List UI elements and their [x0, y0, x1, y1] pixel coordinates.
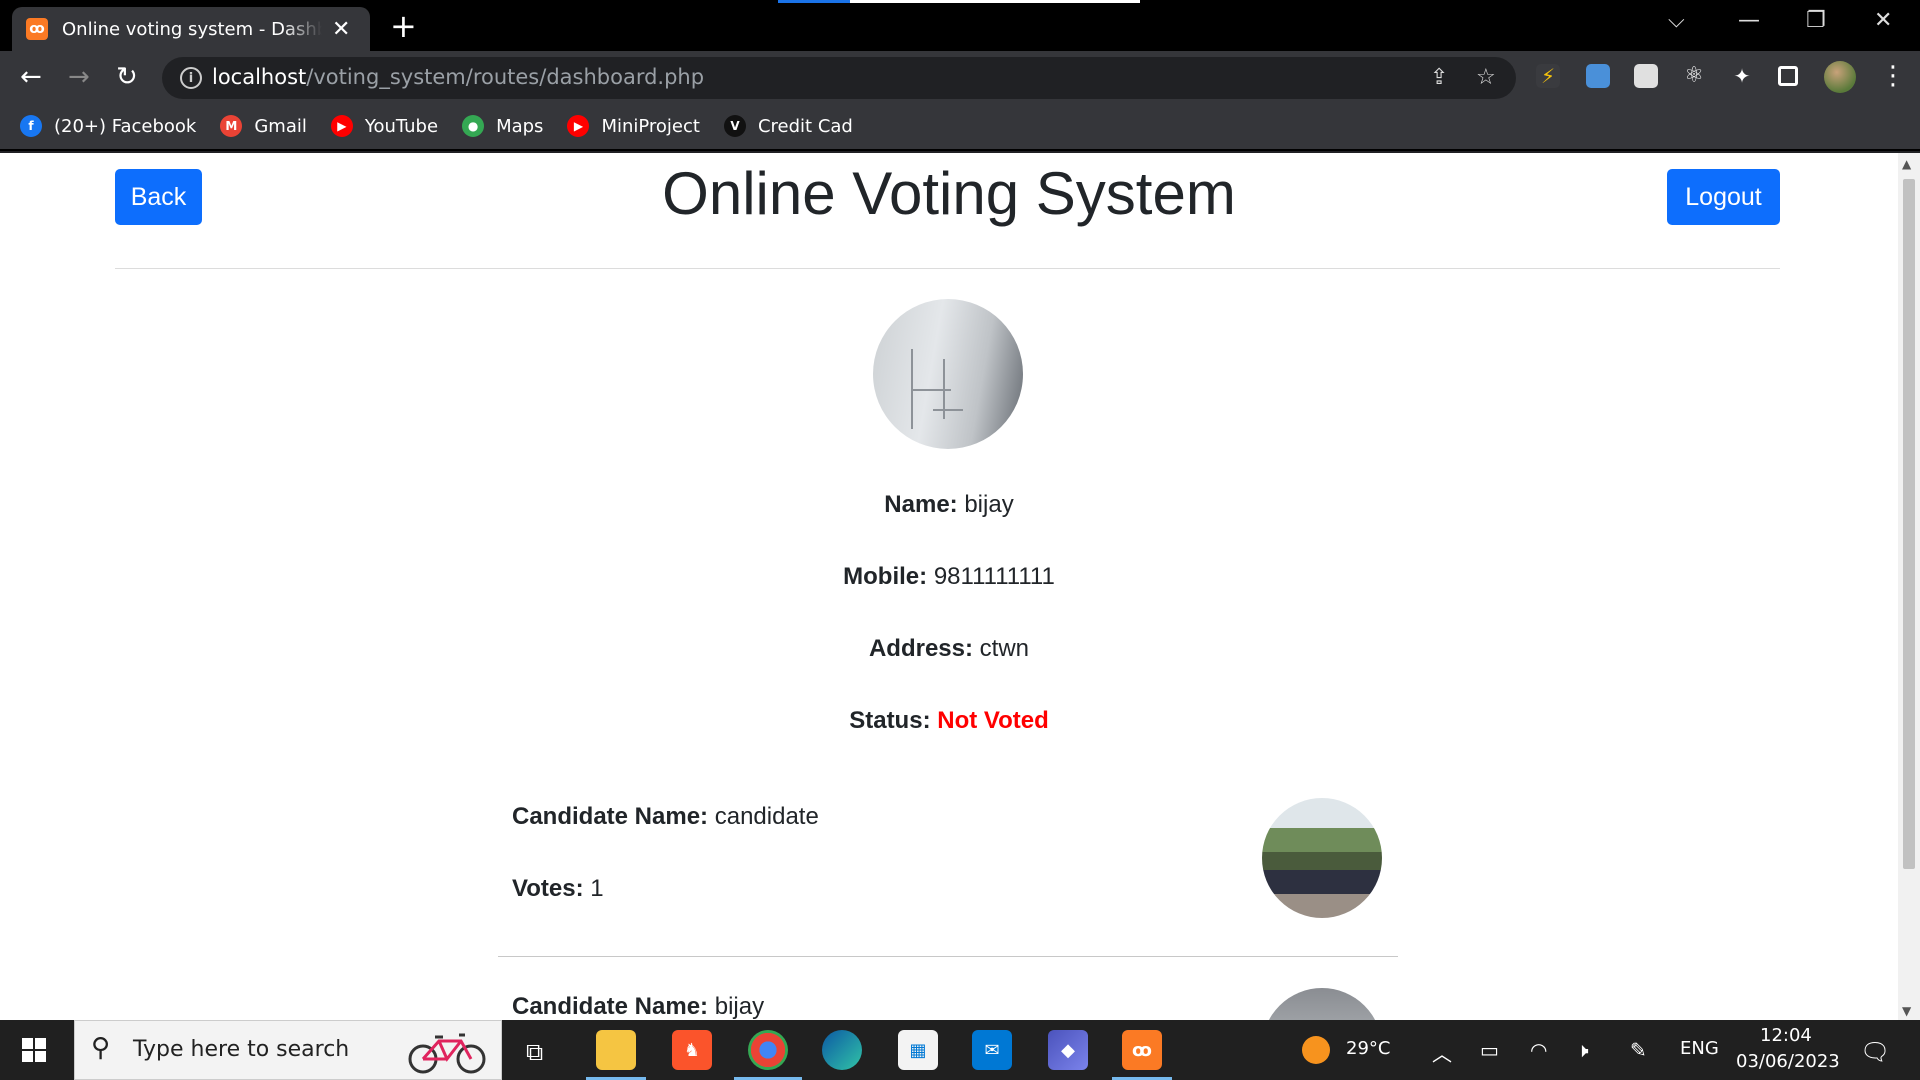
browser-title-bar: ꝏ Online voting system - Dashboard ✕ + ⌵…: [0, 0, 1920, 51]
power-automate-icon[interactable]: ◆: [1048, 1030, 1088, 1070]
bookmark-item[interactable]: f (20+) Facebook: [20, 115, 196, 137]
address-bar[interactable]: i localhost/voting_system/routes/dashboa…: [162, 57, 1516, 99]
back-arrow-icon[interactable]: ←: [20, 61, 42, 93]
bookmark-label: Credit Cad: [757, 115, 853, 137]
header-divider: [115, 268, 1780, 269]
maps-icon: ●: [462, 115, 485, 137]
mail-icon[interactable]: ✉: [972, 1030, 1012, 1070]
user-name-row: Name: bijay: [884, 491, 1014, 518]
page-scrollbar[interactable]: ▲ ▼: [1898, 153, 1920, 1020]
xampp-icon[interactable]: ꝏ: [1122, 1030, 1162, 1070]
bookmark-label: YouTube: [364, 115, 439, 137]
url-text[interactable]: localhost/voting_system/routes/dashboard…: [212, 65, 704, 89]
forward-arrow-icon[interactable]: →: [68, 61, 90, 93]
wifi-icon[interactable]: ◠: [1530, 1038, 1547, 1062]
site-info-icon[interactable]: i: [180, 67, 202, 89]
candidate-name-value: candidate: [714, 803, 819, 830]
profile-avatar[interactable]: [1824, 61, 1856, 93]
user-mobile-row: Mobile: 9811111111: [843, 563, 1055, 590]
user-address-row: Address: ctwn: [868, 635, 1030, 662]
user-name-value: bijay: [964, 491, 1014, 518]
xampp-icon: ꝏ: [26, 18, 48, 40]
close-window-icon[interactable]: ✕: [1874, 8, 1892, 33]
page-load-progress-fill: [778, 0, 850, 3]
edge-icon[interactable]: [822, 1030, 862, 1070]
taskbar-search-input[interactable]: ⚲ Type here to search: [74, 1020, 502, 1080]
file-explorer-icon[interactable]: [596, 1030, 636, 1070]
candidate-name-row: Candidate Name: candidate: [512, 803, 819, 830]
microsoft-store-icon[interactable]: ▦: [898, 1030, 938, 1070]
bookmark-star-icon[interactable]: ☆: [1476, 65, 1496, 90]
search-placeholder: Type here to search: [133, 1037, 350, 1062]
clock-date[interactable]: 03/06/2023: [1736, 1051, 1840, 1072]
v-logo-icon: V: [723, 115, 746, 137]
pen-icon[interactable]: ✎: [1630, 1038, 1647, 1062]
scrollbar-thumb[interactable]: [1903, 179, 1915, 869]
extension-react-icon[interactable]: ⚛: [1682, 64, 1706, 88]
reload-icon[interactable]: ↻: [116, 61, 138, 93]
extensions-puzzle-icon[interactable]: ✦: [1730, 64, 1754, 88]
side-panel-icon[interactable]: [1778, 66, 1798, 86]
page-title: Online Voting System: [662, 160, 1236, 227]
weather-temperature[interactable]: 29°C: [1346, 1038, 1390, 1059]
scroll-down-icon[interactable]: ▼: [1902, 1004, 1911, 1018]
candidate-name-row: Candidate Name: bijay: [512, 993, 765, 1020]
youtube-icon: ▶: [567, 115, 590, 137]
extension-translate-icon[interactable]: [1586, 64, 1610, 88]
bookmark-item[interactable]: M Gmail: [220, 115, 307, 137]
logout-button[interactable]: Logout: [1667, 169, 1780, 225]
notifications-icon[interactable]: 🗨: [1860, 1038, 1890, 1066]
candidate-photo: [1262, 988, 1382, 1020]
bookmark-item[interactable]: ▶ MiniProject: [567, 115, 700, 137]
scroll-up-icon[interactable]: ▲: [1902, 157, 1911, 171]
language-indicator[interactable]: ENG: [1680, 1038, 1719, 1059]
browser-tab[interactable]: ꝏ Online voting system - Dashboard ✕: [12, 7, 370, 51]
extension-printer-icon[interactable]: [1634, 64, 1658, 88]
minimize-icon[interactable]: —: [1738, 8, 1760, 33]
bicycle-icon: [408, 1033, 486, 1074]
user-profile-photo: [873, 299, 1023, 449]
candidate-name-value: bijay: [714, 993, 765, 1020]
chrome-icon[interactable]: [748, 1030, 788, 1070]
bookmark-item[interactable]: V Credit Cad: [723, 115, 853, 137]
facebook-icon: f: [20, 115, 42, 137]
task-view-icon[interactable]: ⧉: [526, 1038, 543, 1066]
bookmark-label: MiniProject: [601, 115, 700, 137]
windows-start-icon[interactable]: [22, 1038, 46, 1062]
tab-title: Online voting system - Dashboard: [62, 18, 322, 40]
search-icon: ⚲: [91, 1033, 111, 1063]
bookmark-item[interactable]: ▶ YouTube: [330, 115, 439, 137]
user-address-value: ctwn: [979, 635, 1030, 662]
bookmark-label: (20+) Facebook: [54, 115, 197, 137]
new-tab-icon[interactable]: +: [390, 8, 417, 44]
brave-browser-icon[interactable]: ♞: [672, 1030, 712, 1070]
share-icon[interactable]: ⇪: [1430, 65, 1448, 90]
bookmark-item[interactable]: ● Maps: [462, 115, 543, 137]
close-tab-icon[interactable]: ✕: [332, 17, 350, 42]
bookmark-label: Maps: [496, 115, 544, 137]
extension-lightning-icon[interactable]: ⚡: [1536, 64, 1560, 88]
bookmark-label: Gmail: [254, 115, 307, 137]
restore-icon[interactable]: ❐: [1806, 8, 1826, 33]
candidate-divider: [498, 956, 1398, 957]
windows-taskbar: ⚲ Type here to search ⧉ ♞ ▦ ✉ ◆ ꝏ 29°C ︿…: [0, 1020, 1920, 1080]
youtube-icon: ▶: [330, 115, 353, 137]
weather-sun-icon[interactable]: [1302, 1036, 1330, 1064]
tab-search-chevron-icon[interactable]: ⌵: [1668, 8, 1685, 33]
candidate-votes-value: 1: [590, 875, 604, 902]
volume-icon[interactable]: 🕨: [1576, 1038, 1589, 1062]
clock-time[interactable]: 12:04: [1760, 1025, 1812, 1046]
user-mobile-value: 9811111111: [933, 563, 1055, 590]
page-viewport: Back Online Voting System Logout Name: b…: [0, 153, 1898, 1020]
candidate-votes-row: Votes: 1: [512, 875, 604, 902]
gmail-icon: M: [220, 115, 243, 137]
browser-toolbar: ← → ↻ i localhost/voting_system/routes/d…: [0, 51, 1920, 103]
candidate-photo: [1262, 798, 1382, 918]
status-badge: Not Voted: [937, 707, 1049, 734]
user-status-row: Status: Not Voted: [849, 707, 1049, 734]
bookmarks-bar: f (20+) Facebook M Gmail ▶ YouTube ● Maps ▶ MiniP…: [0, 103, 1920, 151]
chrome-menu-icon[interactable]: ⋮: [1880, 61, 1906, 91]
battery-icon[interactable]: ▭: [1480, 1038, 1499, 1062]
chevron-up-icon[interactable]: ︿: [1432, 1038, 1452, 1067]
